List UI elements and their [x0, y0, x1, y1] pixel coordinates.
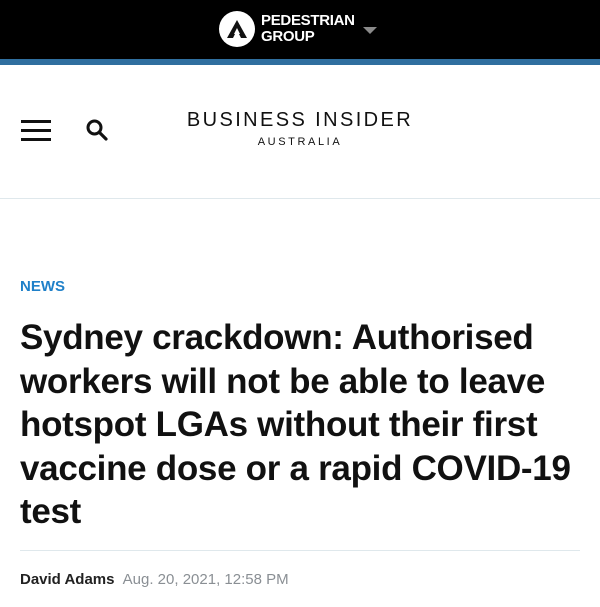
pedestrian-group-logo[interactable]: PEDESTRIAN GROUP — [219, 9, 377, 49]
brand-title: BUSINESS INSIDER — [186, 109, 414, 131]
author-link[interactable]: David Adams — [20, 571, 114, 588]
article-headline: Sydney crackdown: Authorised workers wil… — [20, 318, 571, 531]
pedestrian-group-line1: PEDESTRIAN — [261, 12, 355, 29]
article-byline: David Adams Aug. 20, 2021, 12:58 PM — [20, 571, 289, 589]
caret-down-icon[interactable] — [362, 26, 377, 34]
publish-date: Aug. 20, 2021, 12:58 PM — [122, 571, 289, 588]
search-icon[interactable] — [85, 118, 109, 142]
pedestrian-group-line2: GROUP — [261, 28, 315, 45]
site-header: BUSINESS INSIDER AUSTRALIA — [0, 65, 600, 199]
pedestrian-group-wordmark: PEDESTRIAN GROUP — [261, 13, 355, 45]
hamburger-menu-icon[interactable] — [21, 120, 51, 142]
brand-edition: AUSTRALIA — [257, 136, 343, 148]
business-insider-logo[interactable]: BUSINESS INSIDER AUSTRALIA — [170, 108, 430, 149]
article-category-link[interactable]: NEWS — [20, 278, 65, 295]
byline-divider — [20, 550, 580, 551]
top-network-bar: PEDESTRIAN GROUP — [0, 0, 600, 59]
pedestrian-group-logo-icon — [219, 11, 255, 47]
